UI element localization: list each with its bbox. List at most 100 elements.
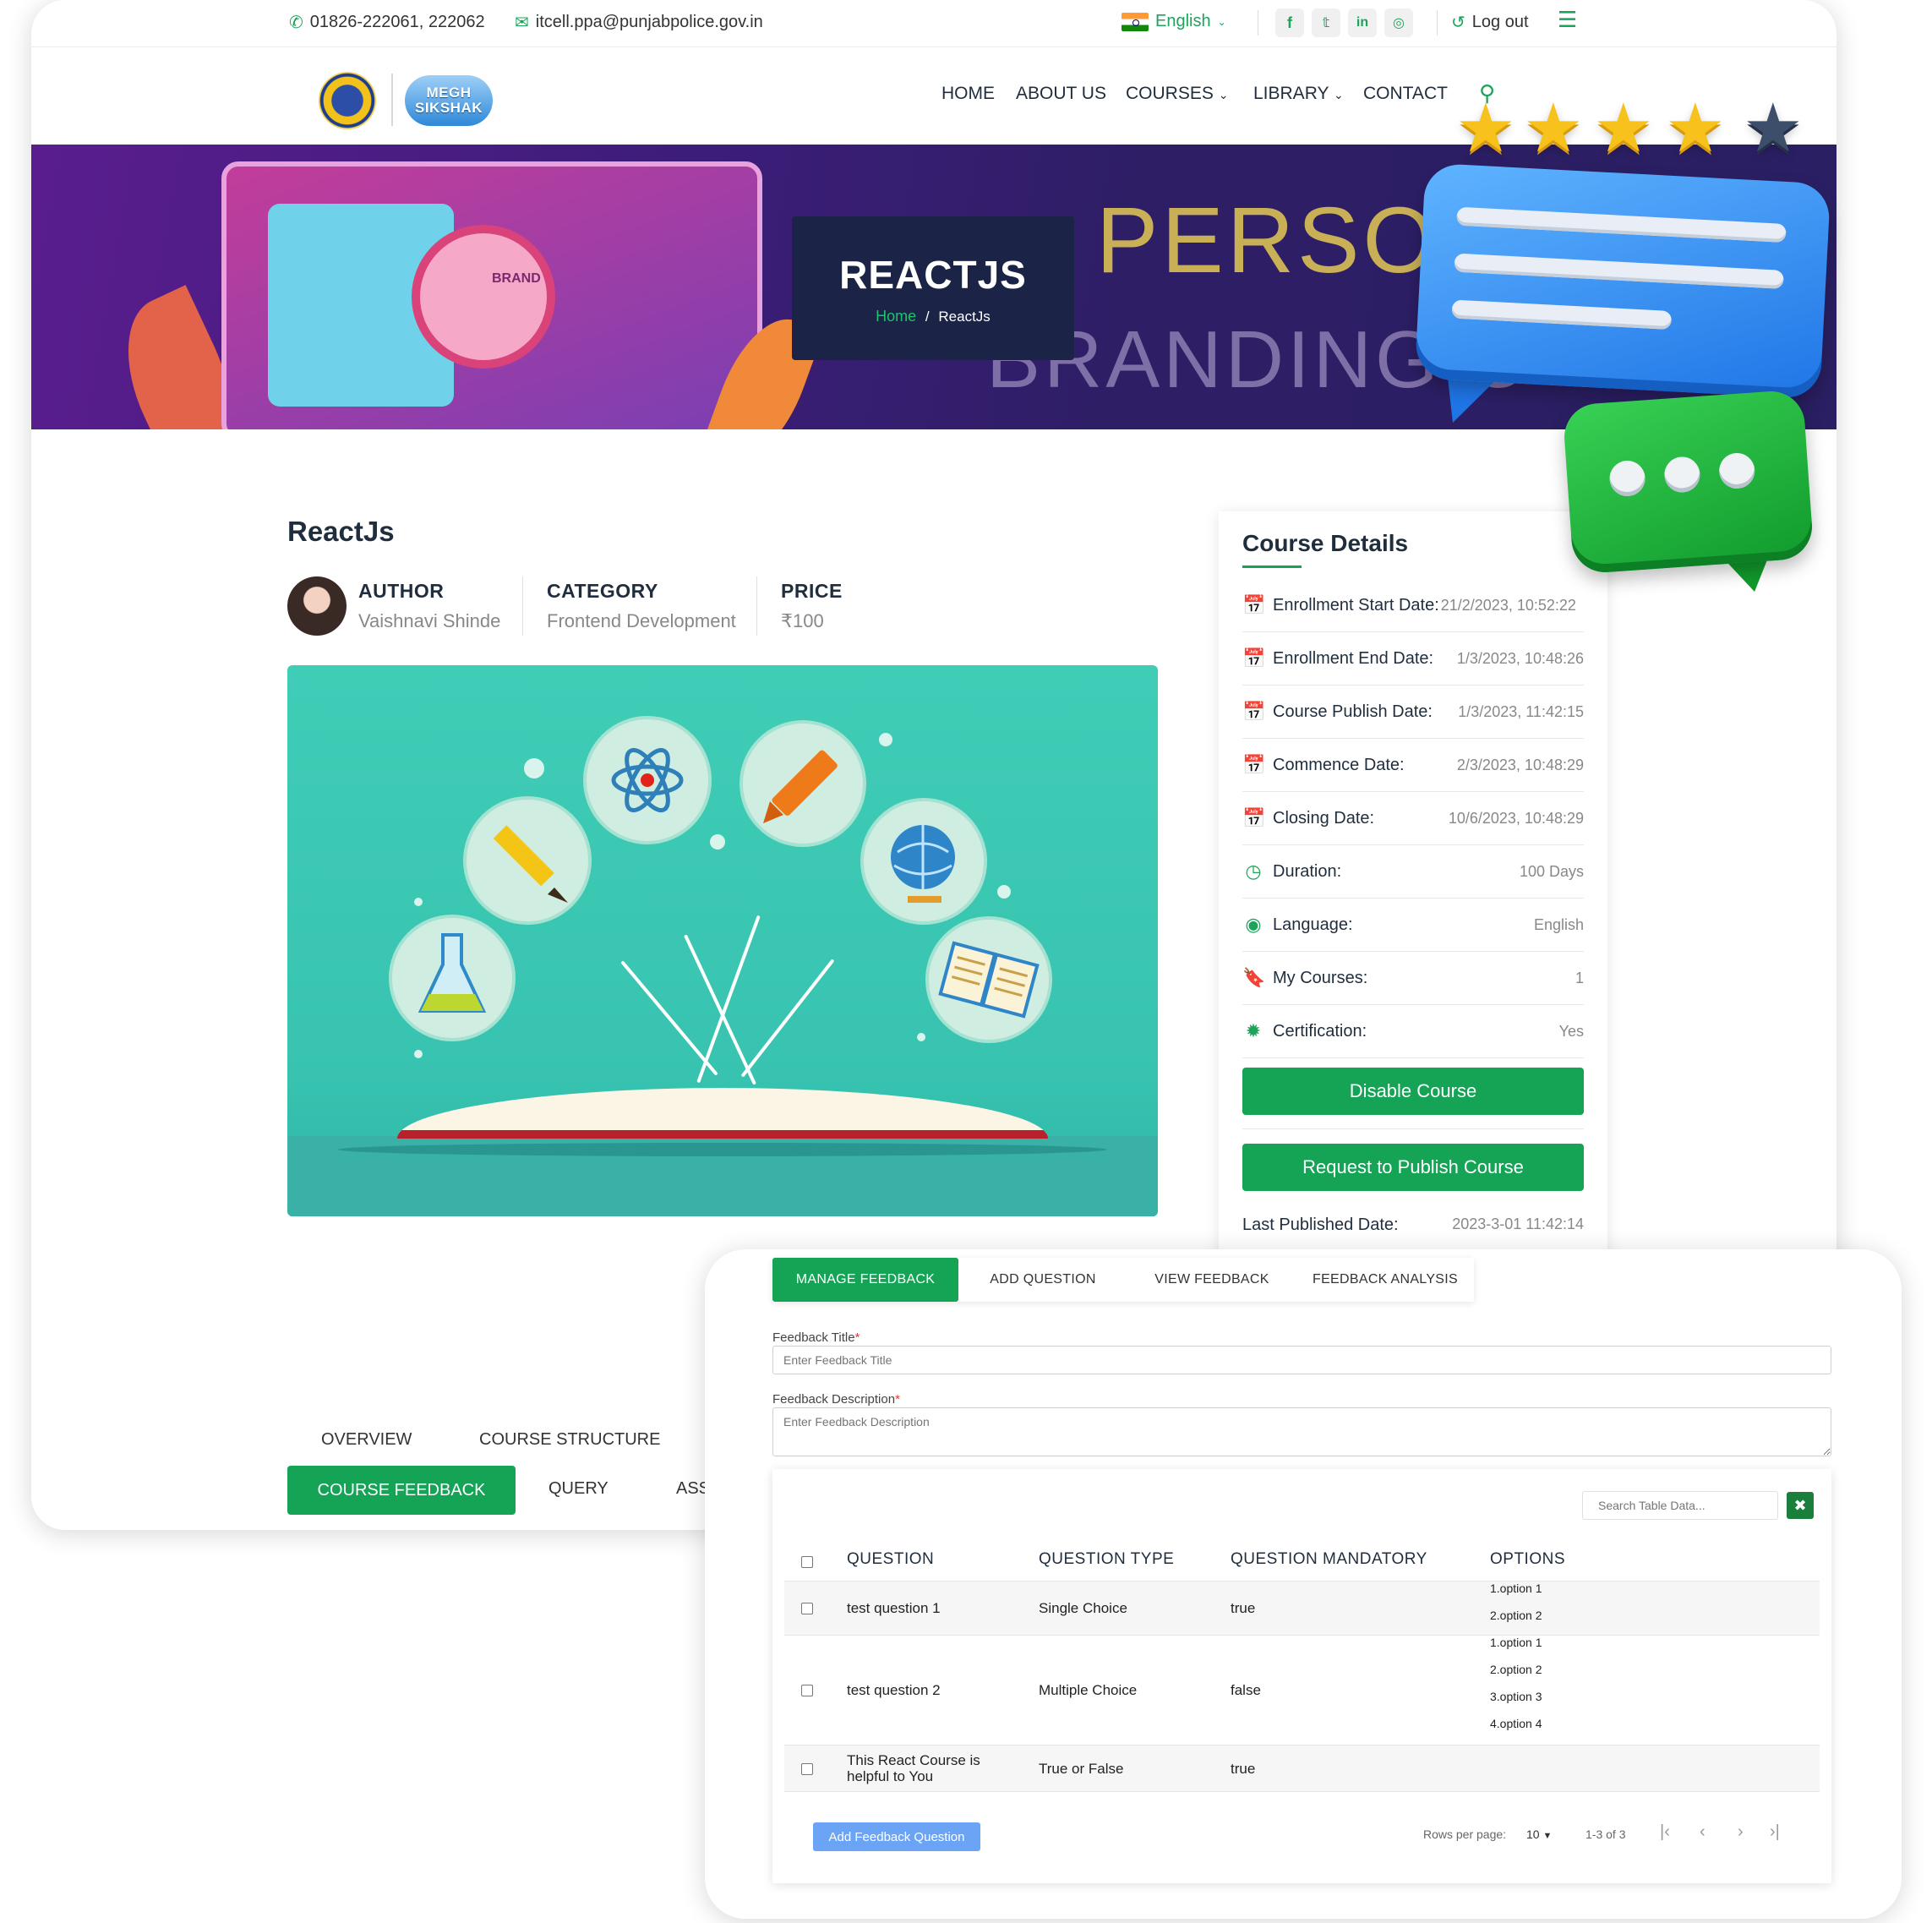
email-contact[interactable]: ✉ itcell.ppa@punjabpolice.gov.in [515,12,763,33]
row-checkbox[interactable] [801,1603,813,1614]
phone-contact[interactable]: ✆ 01826-222061, 222062 [289,12,485,33]
divider [1242,1128,1584,1129]
question-type-cell: Single Choice [1039,1600,1127,1616]
tab-course-feedback[interactable]: COURSE FEEDBACK [287,1466,516,1515]
meta-divider [522,576,523,636]
question-type-cell: True or False [1039,1761,1124,1777]
phone-icon: ✆ [289,14,303,32]
nav-contact[interactable]: CONTACT [1363,84,1448,104]
table-search-input[interactable] [1582,1491,1778,1520]
nav-home[interactable]: HOME [941,84,995,104]
tab-overview[interactable]: OVERVIEW [321,1430,412,1450]
detail-label: Enrollment End Date: [1273,648,1434,668]
feedback-title-input[interactable] [772,1346,1831,1374]
tab-course-structure[interactable]: COURSE STRUCTURE [479,1430,660,1450]
logout-icon: ↺ [1451,14,1465,32]
detail-label: Course Publish Date: [1273,702,1433,721]
mandatory-cell: true [1231,1761,1256,1777]
feedback-questions-table: ✖ QUESTION QUESTION TYPE QUESTION MANDAT… [772,1469,1831,1883]
required-mark: * [895,1392,900,1407]
table-row[interactable]: test question 1 Single Choice true 1.opt… [784,1581,1820,1635]
decorative-dot [414,898,423,906]
last-page-icon[interactable]: ›| [1770,1822,1780,1842]
course-details-panel: Course Details 📅 Enrollment Start Date: … [1219,511,1607,1272]
label-text: Feedback Description [772,1392,896,1407]
last-published-label: Last Published Date: [1242,1216,1399,1234]
detail-value: 1 [1575,969,1584,986]
star-filled-icon: ★ [1665,90,1726,166]
divider [1437,10,1438,36]
page-title: REACTJS [839,253,1027,297]
tab-add-question[interactable]: ADD QUESTION [958,1258,1127,1302]
option-item: 1.option 1 [1490,1582,1542,1595]
crayon-icon [740,720,866,847]
megh-sikshak-logo[interactable]: MEGH SIKSHAK [405,75,493,126]
breadcrumb-home[interactable]: Home [876,308,916,325]
linkedin-icon[interactable]: in [1348,8,1377,37]
request-publish-button[interactable]: Request to Publish Course [1242,1144,1584,1191]
detail-label: Duration: [1273,861,1342,881]
detail-row-duration: ◷ Duration: 100 Days [1242,845,1584,899]
logout-button[interactable]: ↺ Log out [1451,12,1529,33]
tab-view-feedback[interactable]: VIEW FEEDBACK [1127,1258,1296,1302]
pencil-icon [463,796,592,925]
row-checkbox[interactable] [801,1685,813,1696]
chat-line [1456,206,1787,243]
add-feedback-question-button[interactable]: Add Feedback Question [813,1822,980,1851]
select-all-checkbox[interactable] [801,1556,813,1568]
detail-row-certification: ✹ Certification: Yes [1242,1005,1584,1058]
breadcrumb-separator: / [925,309,930,325]
tab-manage-feedback[interactable]: MANAGE FEEDBACK [772,1258,958,1302]
facebook-icon[interactable]: f [1275,8,1304,37]
rows-per-page-select[interactable]: 10 ▼ [1526,1827,1552,1841]
language-selector[interactable]: English ⌄ [1122,12,1226,31]
tab-query[interactable]: QUERY [548,1479,609,1499]
option-item: 3.option 3 [1490,1690,1542,1703]
row-checkbox[interactable] [801,1763,813,1775]
nav-about-us[interactable]: ABOUT US [1016,84,1106,104]
detail-label: Language: [1273,915,1353,934]
detail-value: 100 Days [1519,862,1584,880]
page-title-box: REACTJS Home / ReactJs [792,216,1074,360]
detail-value: 1/3/2023, 11:42:15 [1458,702,1584,720]
table-row[interactable]: This React Course is helpful to You True… [784,1745,1820,1792]
detail-row-commence-date: 📅 Commence Date: 2/3/2023, 10:48:29 [1242,739,1584,792]
chat-line [1454,253,1784,289]
detail-value: English [1533,915,1584,933]
detail-row-publish-date: 📅 Course Publish Date: 1/3/2023, 11:42:1… [1242,686,1584,739]
instagram-icon[interactable]: ◎ [1384,8,1413,37]
feedback-description-input[interactable] [772,1407,1831,1456]
nav-courses-label: COURSES [1126,84,1214,103]
banner-background-text: PERSO [1096,188,1439,292]
table-row[interactable]: test question 2 Multiple Choice false 1.… [784,1635,1820,1745]
clear-search-icon[interactable]: ✖ [1787,1492,1814,1519]
hamburger-menu-icon[interactable]: ☰ [1558,7,1577,33]
feedback-tabs: MANAGE FEEDBACK ADD QUESTION VIEW FEEDBA… [772,1258,1474,1302]
next-page-icon[interactable]: › [1738,1822,1744,1842]
globe-icon: ◉ [1245,914,1262,935]
feedback-title-label: Feedback Title* [772,1330,860,1345]
calendar-check-icon: 📅 [1242,701,1266,722]
first-page-icon[interactable]: |‹ [1660,1822,1670,1842]
detail-value: 10/6/2023, 10:48:29 [1448,809,1584,827]
detail-value: 2/3/2023, 10:48:29 [1456,756,1584,773]
atom-icon [583,716,712,844]
nav-library[interactable]: LIBRARY ⌄ [1253,84,1344,104]
previous-page-icon[interactable]: ‹ [1700,1822,1706,1842]
disable-course-button[interactable]: Disable Course [1242,1068,1584,1115]
chat-bubble-blue-icon [1414,162,1831,400]
option-item: 1.option 1 [1490,1636,1542,1649]
academy-emblem-logo[interactable] [319,72,376,129]
category-label: CATEGORY [547,580,658,602]
calendar-check-icon: 📅 [1242,807,1266,828]
twitter-icon[interactable]: 𝕥 [1312,8,1340,37]
detail-row-closing-date: 📅 Closing Date: 10/6/2023, 10:48:29 [1242,792,1584,845]
price-value: ₹100 [781,610,824,631]
email-address: itcell.ppa@punjabpolice.gov.in [535,13,763,31]
star-filled-icon: ★ [1523,90,1584,166]
detail-value: 1/3/2023, 10:48:26 [1456,649,1584,667]
tab-feedback-analysis[interactable]: FEEDBACK ANALYSIS [1296,1258,1474,1302]
nav-courses[interactable]: COURSES ⌄ [1126,84,1228,104]
course-cover-image [287,665,1158,1216]
breadcrumb: Home / ReactJs [792,308,1074,325]
